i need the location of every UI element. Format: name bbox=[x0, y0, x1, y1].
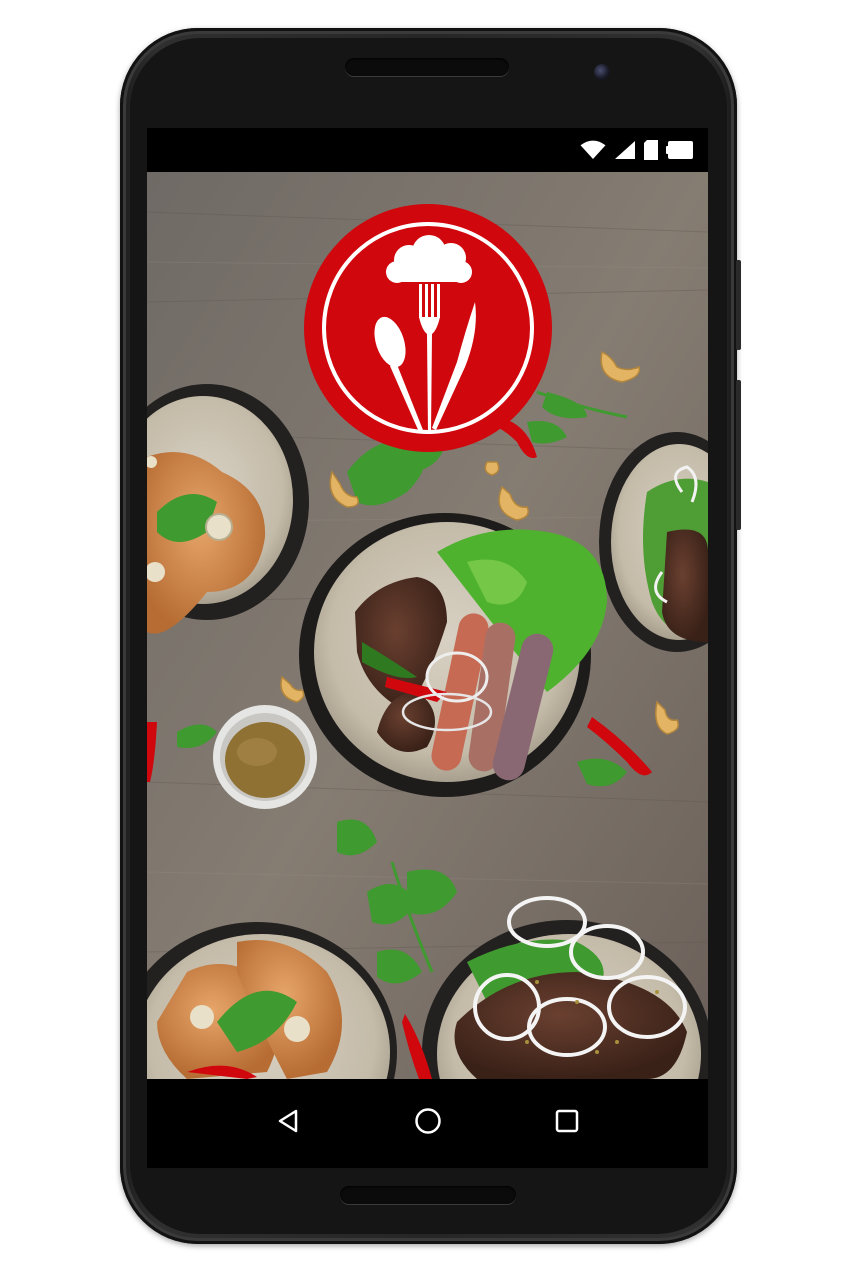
recents-icon bbox=[554, 1108, 580, 1139]
device-mockup bbox=[0, 0, 853, 1280]
home-icon bbox=[414, 1107, 442, 1140]
food-background-photo bbox=[147, 172, 708, 1079]
earpiece-speaker bbox=[345, 58, 509, 76]
navigation-bar bbox=[147, 1079, 708, 1168]
battery-icon bbox=[666, 140, 694, 160]
back-button[interactable] bbox=[269, 1104, 309, 1144]
phone-screen bbox=[147, 128, 708, 1168]
splash-content bbox=[147, 172, 708, 1079]
front-camera bbox=[594, 64, 610, 80]
home-button[interactable] bbox=[408, 1104, 448, 1144]
cellular-signal-icon bbox=[614, 140, 636, 160]
volume-button bbox=[736, 380, 741, 530]
status-bar bbox=[147, 128, 708, 172]
power-button bbox=[736, 260, 741, 350]
recents-button[interactable] bbox=[547, 1104, 587, 1144]
back-icon bbox=[276, 1108, 302, 1139]
bottom-speaker bbox=[340, 1186, 516, 1204]
sim-card-icon bbox=[644, 140, 658, 160]
app-logo bbox=[304, 204, 552, 452]
status-icons bbox=[580, 138, 694, 162]
wifi-icon bbox=[580, 140, 606, 160]
sauce-cup bbox=[213, 705, 317, 809]
